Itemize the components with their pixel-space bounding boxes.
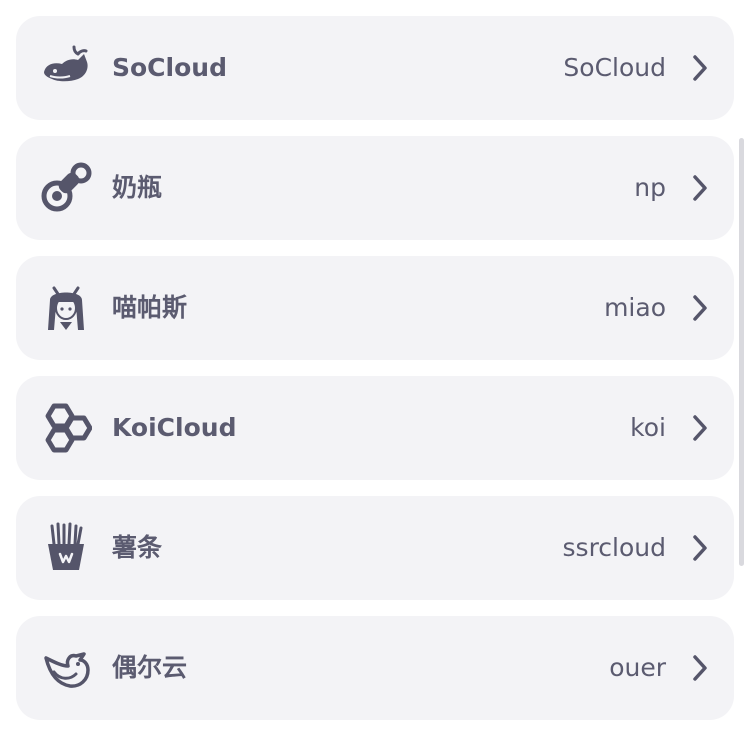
hexagons-icon <box>40 402 92 454</box>
provider-row-socloud[interactable]: SoCloud SoCloud <box>16 16 734 120</box>
chevron-right-icon <box>692 174 708 202</box>
chevron-right-icon <box>692 414 708 442</box>
anime-girl-icon <box>40 282 92 334</box>
fries-icon <box>40 522 92 574</box>
provider-row-np[interactable]: 奶瓶 np <box>16 136 734 240</box>
bird-icon <box>40 642 92 694</box>
provider-name: KoiCloud <box>112 413 237 442</box>
chevron-right-icon <box>692 534 708 562</box>
provider-name: 薯条 <box>112 533 163 562</box>
provider-name: 偶尔云 <box>112 653 188 682</box>
provider-name: SoCloud <box>112 53 227 82</box>
provider-name: 奶瓶 <box>112 173 163 202</box>
provider-row-koi[interactable]: KoiCloud koi <box>16 376 734 480</box>
provider-row-miao[interactable]: 喵帕斯 miao <box>16 256 734 360</box>
provider-row-ouer[interactable]: 偶尔云 ouer <box>16 616 734 720</box>
whale-icon <box>40 42 92 94</box>
provider-name: 喵帕斯 <box>112 293 188 322</box>
provider-code: np <box>634 173 666 202</box>
chevron-right-icon <box>692 54 708 82</box>
chevron-right-icon <box>692 654 708 682</box>
vertical-scrollbar[interactable] <box>739 138 744 566</box>
provider-code: koi <box>630 413 666 442</box>
provider-code: SoCloud <box>563 53 666 82</box>
provider-code: ouer <box>609 653 666 682</box>
provider-list: SoCloud SoCloud 奶瓶 np 喵帕斯 miao KoiCloud … <box>16 16 734 736</box>
provider-code: miao <box>604 293 666 322</box>
pacifier-icon <box>40 162 92 214</box>
chevron-right-icon <box>692 294 708 322</box>
provider-code: ssrcloud <box>562 533 666 562</box>
provider-row-ssrcloud[interactable]: 薯条 ssrcloud <box>16 496 734 600</box>
